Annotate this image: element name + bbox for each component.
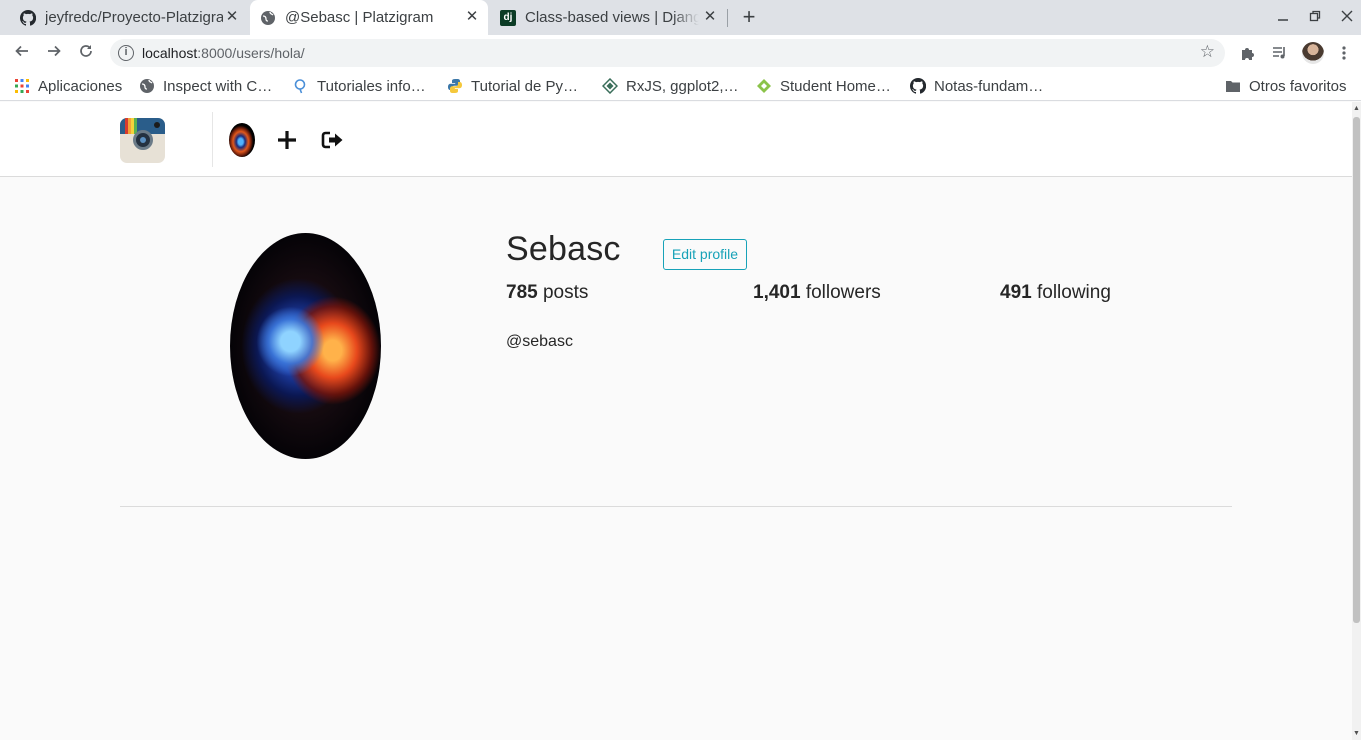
close-window-icon[interactable] [1337,7,1357,27]
web-page: Sebasc Edit profile 785 posts 1,401 foll… [0,102,1352,740]
profile-avatar-link[interactable] [229,123,255,157]
bookmark-label: Student Home… [780,77,891,95]
bookmarks-bar: Aplicaciones Inspect with C… Tutoriales … [0,71,1361,101]
globe-icon [139,78,155,94]
extensions-puzzle-icon[interactable] [1238,43,1258,63]
bookmark-label: Aplicaciones [38,77,123,95]
github-icon [20,9,36,26]
section-divider [120,506,1232,507]
bookmark-label: Tutorial de Py… [471,77,578,95]
close-tab-icon[interactable]: ✕ [464,9,480,25]
green-diamond-icon [756,78,772,94]
bookmark-label: Inspect with C… [163,77,273,95]
plus-icon[interactable] [276,124,298,156]
bookmark-student-home[interactable]: Student Home… [756,76,891,96]
new-tab-button[interactable]: + [738,6,760,29]
tab-django[interactable]: dj Class-based views | Django ✕ [490,0,726,35]
logout-icon[interactable] [320,124,344,156]
tab-title: @Sebasc | Platzigram [285,9,434,26]
url-text: localhost:8000/users/hola/ [142,45,305,61]
tab-strip: jeyfredc/Proyecto-Platzigram ✕ @Sebasc |… [0,0,1361,35]
tab-platzigram-active[interactable]: @Sebasc | Platzigram ✕ [250,0,488,35]
bookmark-python[interactable]: Tutorial de Py… [447,76,578,96]
media-queue-icon[interactable] [1270,43,1290,63]
site-navbar [0,102,1352,177]
bookmark-label: Otros favoritos [1249,77,1347,95]
reload-icon[interactable] [74,41,98,65]
python-icon [447,78,463,94]
bookmark-tutoriales[interactable]: Tutoriales info… [293,76,426,96]
other-bookmarks-folder[interactable]: Otros favoritos [1225,76,1347,96]
followers-count: 1,401 followers [753,282,881,303]
scroll-up-arrow-icon[interactable]: ▲ [1352,104,1361,114]
bookmark-apps[interactable]: Aplicaciones [14,76,122,96]
scroll-down-arrow-icon[interactable]: ▼ [1352,729,1361,739]
tab-title: jeyfredc/Proyecto-Platzigram [45,9,223,26]
following-count: 491 following [1000,282,1111,303]
diamond-icon [602,78,618,94]
apps-grid-icon [14,78,30,94]
profile-photo [230,233,381,459]
minimize-icon[interactable] [1273,7,1293,27]
profile-username: Sebasc [506,230,621,268]
bookmark-label: Tutoriales info… [317,77,426,95]
close-tab-icon[interactable]: ✕ [224,9,240,25]
posts-count: 785 posts [506,282,589,303]
bookmark-label: Notas-fundam… [934,77,1044,95]
github-icon [910,78,926,94]
bookmark-label: RxJS, ggplot2,… [626,77,739,95]
profile-handle: @sebasc [506,333,573,350]
scrollbar-thumb[interactable] [1353,117,1360,623]
django-icon: dj [500,9,516,26]
globe-icon [260,10,276,26]
bookmark-notas[interactable]: Notas-fundam… [910,76,1043,96]
browser-toolbar: i localhost:8000/users/hola/ ☆ [0,35,1361,71]
instagram-logo-icon[interactable] [120,118,165,163]
back-arrow-icon[interactable] [10,41,34,65]
forward-arrow-icon[interactable] [42,41,66,65]
address-bar[interactable]: i localhost:8000/users/hola/ ☆ [110,39,1225,67]
tab-title: Class-based views | Django [525,9,699,26]
search-bubble-icon [293,78,309,94]
tab-github[interactable]: jeyfredc/Proyecto-Platzigram ✕ [0,0,248,35]
user-avatar-icon[interactable] [1302,42,1324,64]
tab-separator [727,9,728,27]
site-info-icon[interactable]: i [118,45,134,61]
maximize-icon[interactable] [1305,7,1325,27]
bookmark-inspect[interactable]: Inspect with C… [139,76,272,96]
folder-icon [1225,78,1241,94]
edit-profile-button[interactable]: Edit profile [663,239,747,270]
kebab-menu-icon[interactable] [1334,43,1354,63]
bookmark-rxjs[interactable]: RxJS, ggplot2,… [602,76,739,96]
bookmark-star-icon[interactable]: ☆ [1200,42,1215,62]
nav-divider [212,112,213,167]
close-tab-icon[interactable]: ✕ [702,9,718,25]
